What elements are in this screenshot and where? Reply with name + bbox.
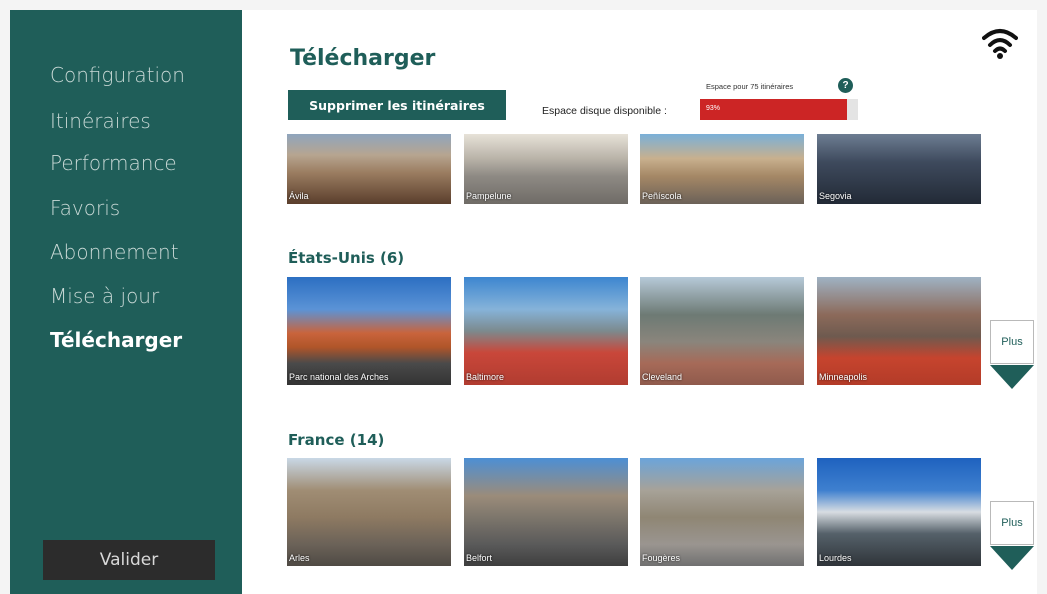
route-row-usa: Parc national des Arches Baltimore Cleve… (287, 277, 987, 385)
route-label: Peñíscola (642, 191, 682, 201)
wifi-icon[interactable] (982, 26, 1018, 60)
route-card[interactable]: Minneapolis (817, 277, 981, 385)
route-photo (464, 458, 628, 566)
disk-space-bar: 93% (700, 99, 858, 120)
route-label: Fougères (642, 553, 681, 563)
space-for-routes-label: Espace pour 75 itinéraires (706, 82, 794, 91)
chevron-down-icon[interactable] (990, 365, 1034, 389)
route-card[interactable]: Fougères (640, 458, 804, 566)
route-card[interactable]: Arles (287, 458, 451, 566)
disk-space-fill (700, 99, 847, 120)
route-label: Lourdes (819, 553, 852, 563)
route-card[interactable]: Belfort (464, 458, 628, 566)
validate-button[interactable]: Valider (43, 540, 215, 580)
more-button-usa[interactable]: Plus (990, 320, 1034, 364)
route-label: Minneapolis (819, 372, 868, 382)
route-card[interactable]: Pampelune (464, 134, 628, 204)
route-label: Segovia (819, 191, 852, 201)
sidebar-item-configuration[interactable]: Configuration (50, 63, 185, 87)
route-photo (464, 277, 628, 385)
route-card[interactable]: Lourdes (817, 458, 981, 566)
route-label: Belfort (466, 553, 493, 563)
route-label: Pampelune (466, 191, 512, 201)
disk-space-percent: 93% (706, 105, 721, 112)
sidebar: Configuration Itinéraires Performance Fa… (10, 10, 242, 594)
route-label: Parc national des Arches (289, 372, 389, 382)
section-title-usa: États-Unis (6) (288, 249, 405, 267)
route-label: Baltimore (466, 372, 505, 382)
route-card[interactable]: Segovia (817, 134, 981, 204)
more-button-france[interactable]: Plus (990, 501, 1034, 545)
route-photo (817, 277, 981, 385)
help-icon[interactable]: ? (838, 78, 853, 93)
sidebar-item-abonnement[interactable]: Abonnement (50, 240, 179, 264)
app-frame: Configuration Itinéraires Performance Fa… (0, 0, 1047, 594)
page-title: Télécharger (290, 46, 436, 71)
sidebar-item-itineraires[interactable]: Itinéraires (50, 109, 151, 133)
section-title-france: France (14) (288, 431, 385, 449)
route-row-france: Arles Belfort Fougères Lourdes (287, 458, 987, 566)
route-card[interactable]: Parc national des Arches (287, 277, 451, 385)
sidebar-item-mise-a-jour[interactable]: Mise à jour (50, 284, 159, 308)
route-label: Ávila (289, 191, 309, 201)
route-photo (817, 458, 981, 566)
route-card[interactable]: Peñíscola (640, 134, 804, 204)
route-photo (287, 134, 451, 204)
disk-space-label: Espace disque disponible : (542, 105, 667, 117)
sidebar-item-favoris[interactable]: Favoris (50, 196, 120, 220)
delete-routes-button[interactable]: Supprimer les itinéraires (288, 90, 506, 120)
route-photo (640, 277, 804, 385)
route-card[interactable]: Baltimore (464, 277, 628, 385)
sidebar-item-telecharger[interactable]: Télécharger (50, 328, 182, 352)
main-panel: Télécharger Supprimer les itinéraires Es… (242, 10, 1037, 594)
route-label: Cleveland (642, 372, 683, 382)
sidebar-item-performance[interactable]: Performance (50, 151, 177, 175)
route-photo (640, 458, 804, 566)
route-photo (287, 277, 451, 385)
route-row-spain: Ávila Pampelune Peñíscola Segovia (287, 134, 987, 204)
route-card[interactable]: Ávila (287, 134, 451, 204)
route-photo (287, 458, 451, 566)
chevron-down-icon[interactable] (990, 546, 1034, 570)
route-label: Arles (289, 553, 310, 563)
route-card[interactable]: Cleveland (640, 277, 804, 385)
